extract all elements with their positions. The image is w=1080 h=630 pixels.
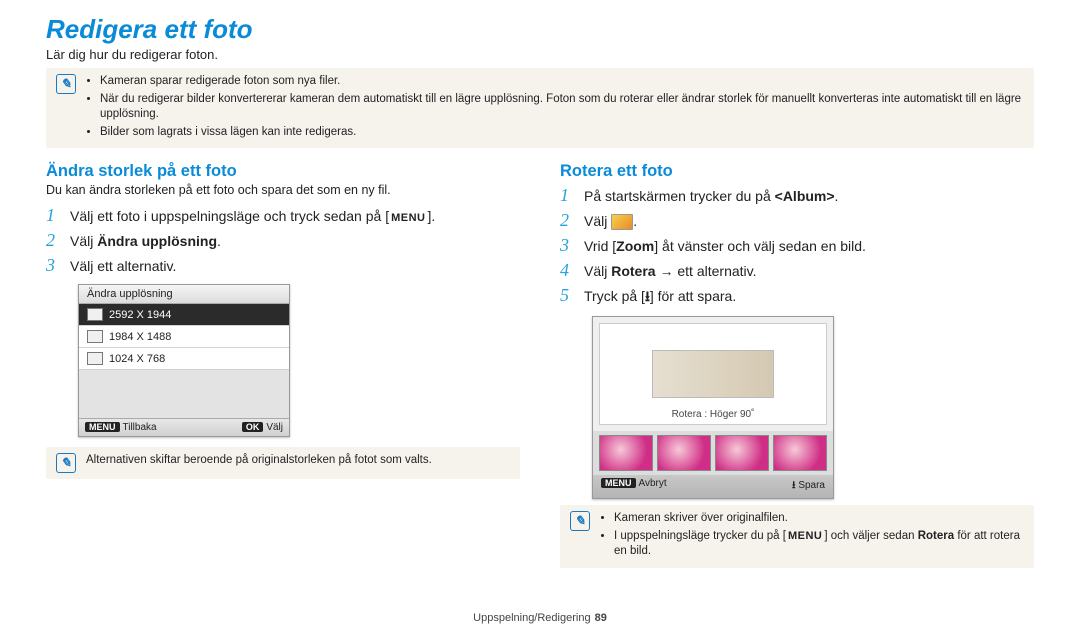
step-text: Vrid [Zoom] åt vänster och välj sedan en… [584, 238, 866, 254]
top-note-item: När du redigerar bilder konvertererar ka… [100, 92, 1024, 123]
step-text: Välj Rotera → ett alternativ. [584, 263, 757, 279]
resolution-option[interactable]: 1984 X 1488 [79, 326, 289, 348]
resolution-menu: Ändra upplösning 2592 X 1944 1984 X 1488… [78, 284, 290, 437]
thumbnail-strip [593, 431, 833, 475]
note-icon: ✎ [570, 511, 590, 531]
step-text: Välj Ändra upplösning. [70, 233, 221, 249]
page-title: Redigera ett foto [46, 14, 1034, 45]
preview-save-button[interactable]: ⭳ Spara [792, 478, 825, 495]
rotate-heading: Rotera ett foto [560, 162, 1034, 181]
rotate-note-item: I uppspelningsläge trycker du på [MENU] … [614, 529, 1024, 560]
menu-button-label: MENU [389, 212, 427, 224]
rotate-note-box: ✎ Kameran skriver över originalfilen. I … [560, 505, 1034, 568]
note-icon: ✎ [56, 453, 76, 473]
step-text: Välj . [584, 213, 637, 230]
resize-note-box: ✎ Alternativen skiftar beroende på origi… [46, 447, 520, 479]
resolution-thumb-icon [87, 330, 103, 343]
step-text: Tryck på [⭳] för att spara. [584, 286, 736, 310]
thumbnail[interactable] [599, 435, 653, 471]
resolution-thumb-icon [87, 308, 103, 321]
resize-note-text: Alternativen skiftar beroende på origina… [86, 453, 432, 473]
preview-image [652, 350, 774, 398]
step-number: 2 [560, 210, 574, 231]
section-rotate: Rotera ett foto 1 På startskärmen trycke… [560, 162, 1034, 582]
rotation-label: Rotera : Höger 90˚ [672, 409, 755, 420]
top-note-item: Bilder som lagrats i vissa lägen kan int… [100, 125, 1024, 141]
step-number: 1 [46, 205, 60, 226]
rotate-preview: Rotera : Höger 90˚ MENUAvbryt ⭳ Spara [592, 316, 834, 499]
step-text: Välj ett alternativ. [70, 258, 176, 274]
thumbnail[interactable] [773, 435, 827, 471]
section-resize: Ändra storlek på ett foto Du kan ändra s… [46, 162, 520, 582]
edit-icon [611, 214, 633, 230]
step-text: Välj ett foto i uppspelningsläge och try… [70, 208, 435, 224]
resize-heading: Ändra storlek på ett foto [46, 162, 520, 181]
step-number: 3 [560, 235, 574, 256]
thumbnail[interactable] [657, 435, 711, 471]
preview-cancel-button[interactable]: MENUAvbryt [601, 478, 667, 495]
menu-select-button[interactable]: OKVälj [242, 422, 283, 433]
step-number: 2 [46, 230, 60, 251]
intro-text: Lär dig hur du redigerar foton. [46, 47, 1034, 62]
save-icon: ⭳ [792, 480, 796, 491]
resolution-thumb-icon [87, 352, 103, 365]
thumbnail[interactable] [715, 435, 769, 471]
top-note-box: ✎ Kameran sparar redigerade foton som ny… [46, 68, 1034, 148]
top-note-item: Kameran sparar redigerade foton som nya … [100, 74, 1024, 90]
resize-sub: Du kan ändra storleken på ett foto och s… [46, 183, 520, 197]
resolution-menu-header: Ändra upplösning [79, 285, 289, 304]
step-number: 5 [560, 285, 574, 306]
note-icon: ✎ [56, 74, 76, 94]
step-number: 1 [560, 185, 574, 206]
page-footer: Uppspelning/Redigering89 [0, 612, 1080, 624]
save-icon: ⭳ [645, 288, 650, 304]
step-number: 4 [560, 260, 574, 281]
menu-back-button[interactable]: MENUTillbaka [85, 422, 157, 433]
resolution-option[interactable]: 2592 X 1944 [79, 304, 289, 326]
rotate-note-item: Kameran skriver över originalfilen. [614, 511, 1024, 527]
step-text: På startskärmen trycker du på <Album>. [584, 188, 838, 204]
step-number: 3 [46, 255, 60, 276]
resolution-option[interactable]: 1024 X 768 [79, 348, 289, 370]
